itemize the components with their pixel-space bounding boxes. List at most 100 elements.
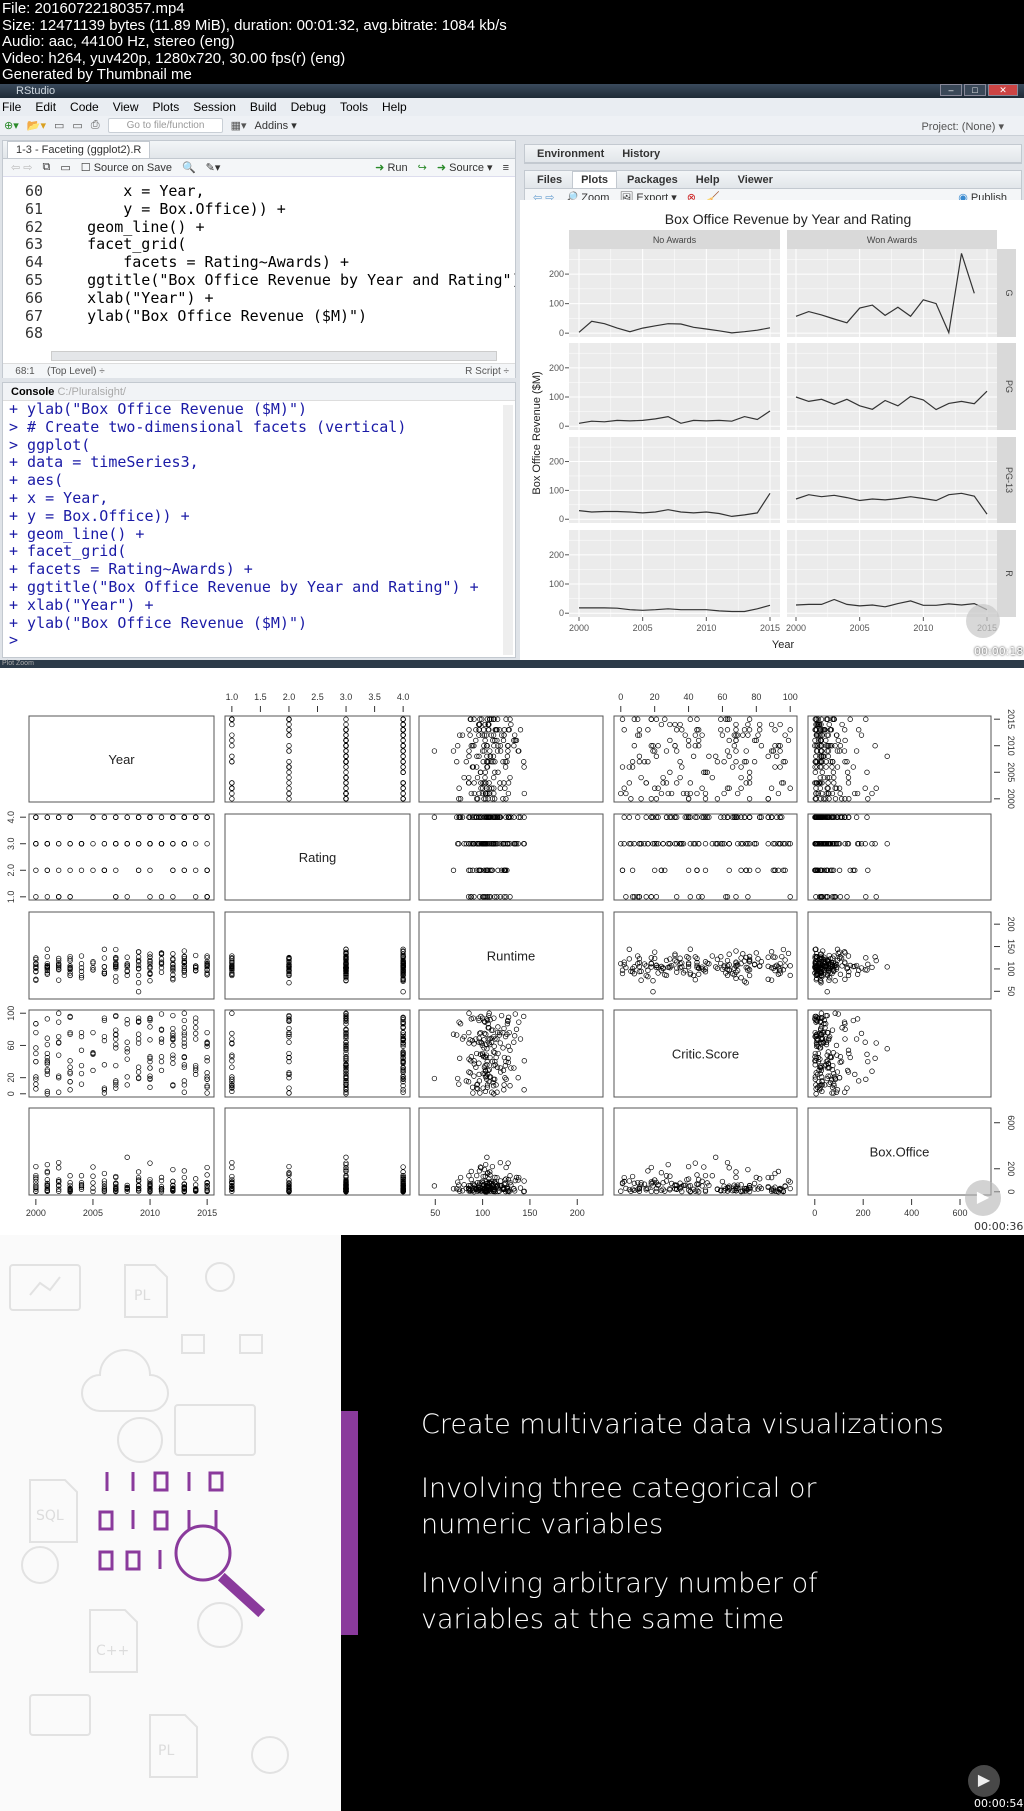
source-on-save-checkbox[interactable]: ☐ Source on Save [81,161,172,174]
scatter-point [286,764,292,770]
menu-plots[interactable]: Plots [153,100,180,114]
tab-packages[interactable]: Packages [619,172,686,188]
search-icon[interactable]: 🔍 [182,161,196,174]
show-in-window-icon[interactable]: ⧉ [43,161,51,174]
scatter-point [729,764,736,770]
project-menu[interactable]: Project: (None) ▾ [921,120,1004,133]
tab-files[interactable]: Files [529,172,570,188]
menu-help[interactable]: Help [382,100,407,114]
scatter-point [856,841,862,847]
goto-file-input[interactable]: Go to file/function [107,118,223,133]
open-file-icon[interactable]: 📂▾ [27,119,46,132]
axis-tick-label: 2010 [140,1208,160,1218]
scatter-point [471,1058,477,1064]
scatter-point [482,769,488,775]
scatter-point [147,894,153,900]
horizontal-scrollbar[interactable] [51,351,497,361]
new-file-icon[interactable]: ⊕▾ [4,119,19,132]
console-output[interactable]: + ylab("Box Office Revenue ($M)") > # Cre… [3,401,515,653]
save-icon[interactable]: ▭ [54,119,64,132]
scatter-point [768,721,775,728]
scatter-point [685,743,692,749]
menu-session[interactable]: Session [193,100,236,114]
facet-strip-label: No Awards [653,235,697,245]
scatter-point [645,841,651,847]
menu-code[interactable]: Code [70,100,99,114]
scatter-point [124,841,130,847]
scatter-point [738,975,744,981]
scatter-point [515,1075,521,1081]
code-tools-icon[interactable]: ✎▾ [206,161,221,174]
y-tick-label: 100 [549,579,564,589]
scatter-point [468,790,474,797]
scatter-point [454,759,460,765]
scatter-point [829,764,835,770]
rerun-icon[interactable]: ↪ [418,161,427,174]
tab-plots[interactable]: Plots [572,171,617,188]
close-button[interactable]: ✕ [988,84,1018,96]
axis-tick-label: 50 [1006,986,1016,996]
scatter-point [738,814,744,820]
x-tick-label: 2000 [786,623,806,633]
minimize-button[interactable]: – [940,84,962,96]
addins-menu[interactable]: Addins ▾ [255,119,297,132]
scatter-point [709,774,715,781]
course-slide: PL SQL C++ PL Create multivariate data v… [0,1235,1024,1811]
scatter-point [135,814,142,820]
menu-tools[interactable]: Tools [340,100,368,114]
scatter-point [400,785,406,791]
matrix-panel [224,715,411,803]
scatter-point [471,894,477,900]
menu-build[interactable]: Build [250,100,277,114]
scatter-point [679,727,685,733]
scatter-point [726,1165,732,1171]
play-icon[interactable]: ▶ [965,1180,1001,1216]
code-editor[interactable]: 60 x = Year, 61 y = Box.Office)) +62 geom… [3,177,515,345]
back-icon[interactable]: ⇦ ⇨ [11,161,33,174]
scatter-point [204,1164,210,1171]
play-icon[interactable]: ▶ [968,1765,1000,1797]
scatter-point [400,727,406,733]
menu-file[interactable]: File [2,100,21,114]
menu-view[interactable]: View [113,100,139,114]
editor-tab[interactable]: 1-3 - Faceting (ggplot2).R [7,141,151,158]
grid-icon[interactable]: ▦▾ [231,119,247,132]
print-icon[interactable]: ⎙ [91,119,100,132]
console-scrollbar[interactable] [503,405,513,655]
code-text: facet_grid( [51,235,187,254]
scatter-point [667,721,673,728]
scatter-point [658,790,665,797]
scatter-point [471,1073,477,1079]
code-text: ggtitle("Box Office Revenue by Year and … [51,270,515,289]
tab-history[interactable]: History [614,146,668,162]
scatter-point [865,796,871,802]
matrix-panel [807,813,992,901]
scatter-point [229,1010,235,1016]
scope-selector[interactable]: (Top Level) ÷ [47,366,105,377]
run-button[interactable]: ➜ Run [375,161,407,174]
outline-icon[interactable]: ≡ [503,162,509,174]
scatter-point [343,732,349,738]
menu-edit[interactable]: Edit [35,100,56,114]
file-type-selector[interactable]: R Script ÷ [465,366,509,377]
source-button[interactable]: ➜ Source ▾ [437,161,493,174]
maximize-button[interactable]: □ [964,84,986,96]
scatter-point [44,814,50,820]
scatter-point [56,1019,62,1025]
tab-environment[interactable]: Environment [529,146,612,162]
save-all-icon[interactable]: ▭ [72,119,82,132]
x-tick-label: 2005 [850,623,870,633]
menu-debug[interactable]: Debug [291,100,326,114]
save-icon[interactable]: ▭ [60,161,70,174]
scatter-point [718,727,724,733]
scatter-point [658,721,665,728]
scatter-point [400,748,406,754]
scatter-point [746,780,753,786]
scatter-point [718,716,724,722]
facet-line-chart: Box Office Revenue by Year and Rating No … [520,200,1024,660]
scatter-point [457,1174,464,1181]
scatter-point [507,1083,513,1089]
scatter-point [67,1058,73,1064]
tab-viewer[interactable]: Viewer [730,172,781,188]
tab-help[interactable]: Help [688,172,728,188]
